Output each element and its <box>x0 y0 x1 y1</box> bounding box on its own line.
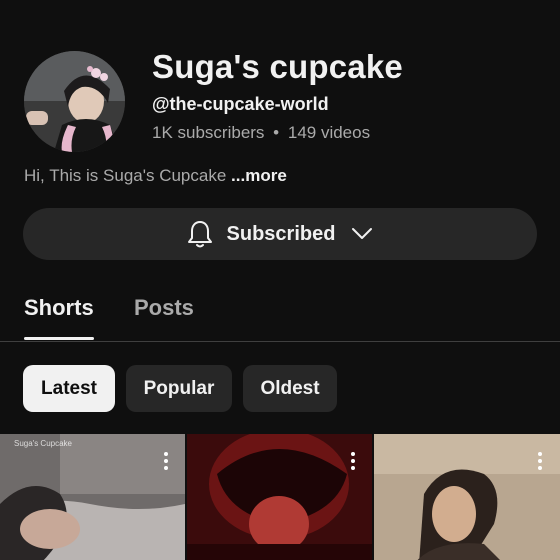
subscriber-count: 1K subscribers <box>152 123 265 142</box>
short-thumbnail[interactable] <box>374 434 560 560</box>
chevron-down-icon <box>352 228 373 239</box>
shorts-grid: Suga's Cupcake <box>0 434 560 560</box>
chip-latest[interactable]: Latest <box>23 365 115 412</box>
channel-description[interactable]: Hi, This is Suga's Cupcake ...more <box>24 166 287 186</box>
bell-icon <box>187 221 212 248</box>
short-thumbnail[interactable]: Suga's Cupcake <box>0 434 185 560</box>
subscribed-button[interactable]: Subscribed <box>23 208 537 260</box>
tab-shorts[interactable]: Shorts <box>24 295 94 321</box>
chip-popular[interactable]: Popular <box>126 365 232 412</box>
channel-tabs: Shorts Posts <box>0 280 560 342</box>
short-overlay-text: Suga's Cupcake <box>14 439 73 448</box>
short-thumbnail[interactable] <box>187 434 372 560</box>
channel-name: Suga's cupcake <box>152 48 403 85</box>
more-link[interactable]: ...more <box>231 166 287 185</box>
channel-avatar[interactable] <box>24 51 125 152</box>
chip-oldest[interactable]: Oldest <box>243 365 337 412</box>
channel-stats: 1K subscribers • 149 videos <box>152 123 403 143</box>
stats-separator: • <box>273 123 280 142</box>
channel-header: Suga's cupcake @the-cupcake-world 1K sub… <box>24 47 536 152</box>
more-vert-icon[interactable] <box>158 450 174 472</box>
subscribed-label: Subscribed <box>226 222 336 245</box>
tab-posts[interactable]: Posts <box>134 295 194 321</box>
more-vert-icon[interactable] <box>345 450 361 472</box>
channel-handle: @the-cupcake-world <box>152 94 329 114</box>
video-count: 149 videos <box>287 123 371 142</box>
description-text: Hi, This is Suga's Cupcake <box>24 166 232 185</box>
more-vert-icon[interactable] <box>532 450 548 472</box>
channel-info: Suga's cupcake @the-cupcake-world 1K sub… <box>152 47 403 143</box>
active-tab-indicator <box>24 337 94 340</box>
